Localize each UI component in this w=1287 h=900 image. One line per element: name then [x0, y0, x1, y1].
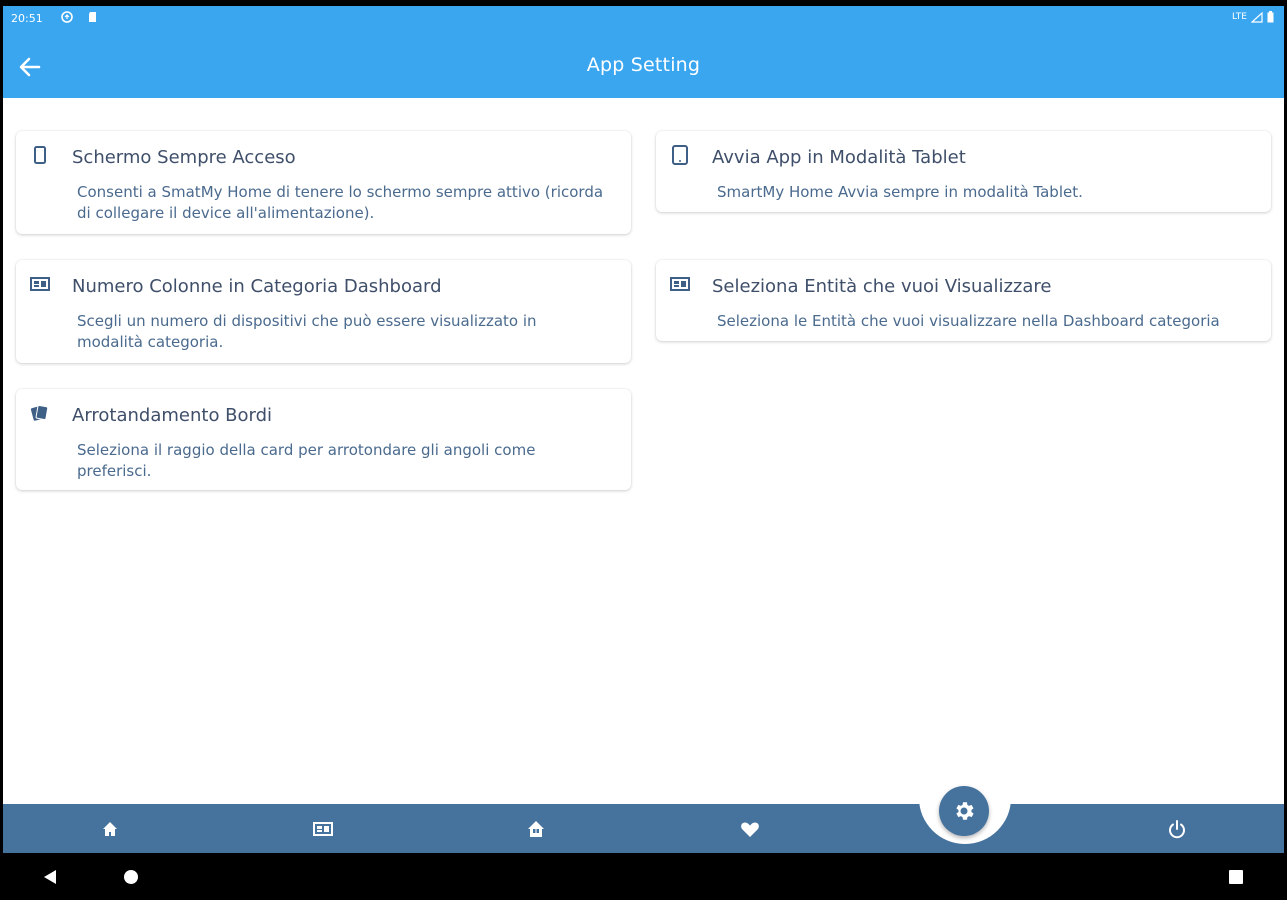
settings-fab[interactable]	[939, 786, 989, 836]
setting-card-dashboard-columns[interactable]: Numero Colonne in Categoria Dashboard Sc…	[16, 260, 631, 363]
setting-card-select-entities[interactable]: Seleziona Entità che vuoi Visualizzare S…	[656, 260, 1271, 341]
network-type: LTE	[1232, 12, 1247, 22]
status-right: LTE	[1232, 11, 1274, 23]
system-recents-icon[interactable]	[1228, 869, 1244, 885]
setting-description: Seleziona le Entità che vuoi visualizzar…	[717, 312, 1220, 330]
setting-card-screen-always-on[interactable]: Schermo Sempre Acceso Consenti a SmatMy …	[16, 131, 631, 234]
system-navigation-bar	[0, 853, 1287, 900]
power-icon[interactable]	[1165, 817, 1189, 841]
system-home-icon[interactable]	[123, 869, 139, 885]
status-bar: 20:51 LTE	[3, 6, 1284, 32]
page-title: App Setting	[586, 54, 701, 76]
dashboard-icon	[670, 277, 690, 291]
setting-title: Arrotandamento Bordi	[72, 405, 273, 426]
cards-icon	[30, 404, 49, 421]
setting-description: Seleziona il raggio della card per arrot…	[77, 441, 536, 480]
setting-title: Seleziona Entità che vuoi Visualizzare	[712, 276, 1052, 297]
setting-description: Scegli un numero di dispositivi che può …	[77, 312, 537, 351]
setting-description: SmartMy Home Avvia sempre in modalità Ta…	[717, 183, 1083, 201]
dashboard-icon	[30, 277, 50, 291]
setting-title: Schermo Sempre Acceso	[72, 147, 296, 168]
status-time: 20:51	[11, 12, 43, 25]
sd-card-icon	[89, 12, 96, 22]
setting-card-tablet-mode[interactable]: Avvia App in Modalità Tablet SmartMy Hom…	[656, 131, 1271, 212]
setting-card-border-radius[interactable]: Arrotandamento Bordi Seleziona il raggio…	[16, 389, 631, 490]
setting-description: Consenti a SmatMy Home di tenere lo sche…	[77, 183, 604, 222]
dashboard-icon[interactable]	[311, 817, 335, 841]
system-back-icon[interactable]	[42, 869, 58, 885]
home-icon[interactable]	[98, 817, 122, 841]
settings-content: Schermo Sempre Acceso Consenti a SmatMy …	[3, 98, 1284, 804]
battery-icon	[1267, 11, 1274, 23]
app-bar: 20:51 LTE App Setting	[3, 6, 1284, 98]
bottom-navigation	[3, 786, 1284, 853]
phone-icon	[34, 146, 46, 164]
settings-icon	[956, 802, 974, 820]
setting-title: Avvia App in Modalità Tablet	[712, 147, 966, 168]
heart-icon[interactable]	[738, 817, 762, 841]
house-icon[interactable]	[524, 817, 548, 841]
setting-title: Numero Colonne in Categoria Dashboard	[72, 276, 442, 297]
tablet-icon	[672, 145, 688, 165]
signal-icon	[1251, 11, 1263, 23]
sync-icon	[61, 11, 73, 23]
